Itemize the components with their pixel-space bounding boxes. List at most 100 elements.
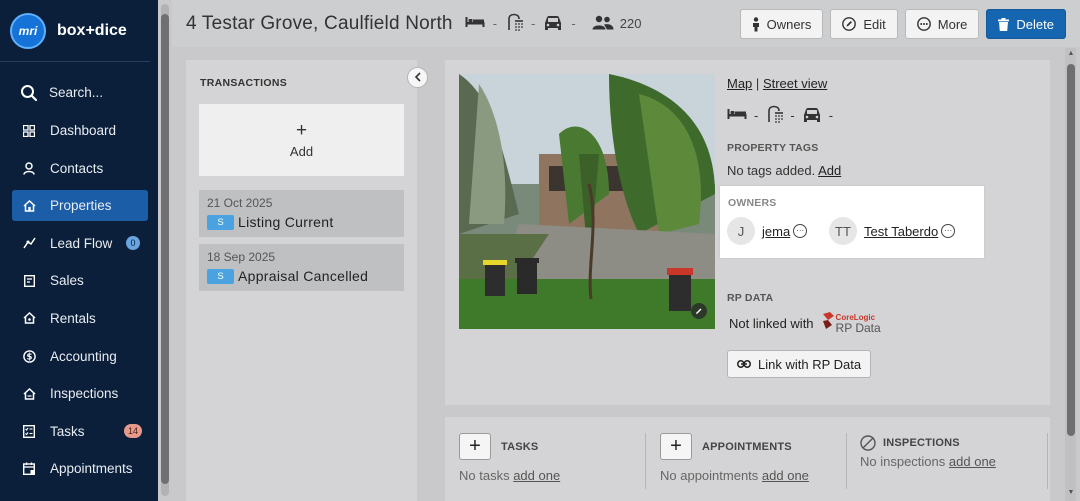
sidebar-item-properties[interactable]: Properties [12,190,148,222]
chevron-left-icon [414,70,422,85]
more-button[interactable]: More [904,9,980,39]
appointments-section: + APPOINTMENTS No appointments add one [660,433,809,489]
owners-button-label: Owners [766,16,812,32]
link-rp-data-button[interactable]: Link with RP Data [727,350,872,378]
transaction-type-badge: S [207,214,234,230]
sidebar-item-lead-flow[interactable]: Lead Flow 0 [12,228,148,259]
owners-button[interactable]: Owners [739,9,824,39]
search-icon [20,84,38,102]
owner-more-icon[interactable]: ··· [941,224,956,238]
edit-icon [842,17,857,31]
no-tags-text: No tags added. [727,163,816,178]
transaction-item[interactable]: 18 Sep 2025 S Appraisal Cancelled [199,244,404,291]
sidebar-item-label: Search... [49,85,104,100]
corelogic-logo: CoreLogic RP Data [822,312,881,334]
sidebar-item-dashboard[interactable]: Dashboard [12,115,148,146]
rentals-icon [20,309,38,327]
scroll-down-arrow-icon[interactable]: ▼ [1066,489,1076,497]
edit-button-label: Edit [863,16,886,32]
sidebar-item-label: Properties [50,198,112,214]
delete-button[interactable]: Delete [986,9,1066,39]
property-photo[interactable] [459,74,715,329]
sidebar-item-label: Appointments [50,461,133,477]
property-tags: No tags added. Add [727,163,1037,178]
add-inspection-link[interactable]: add one [949,454,996,469]
owners-heading: OWNERS [728,197,777,209]
main-scrollbar-thumb[interactable] [1067,64,1075,436]
rp-data-brand: RP Data [835,321,881,335]
sidebar-item-label: Inspections [50,386,119,402]
street-view-link[interactable]: Street view [763,76,827,91]
dollar-icon: $ [20,347,38,365]
trash-icon [998,17,1010,31]
sidebar-item-tasks[interactable]: Tasks 14 [12,416,148,447]
sidebar-scrollbar-thumb[interactable] [161,14,169,484]
rp-status-text: Not linked with [729,315,814,331]
cars-count: - [571,16,576,31]
add-appointment-button[interactable]: + [660,433,692,460]
owner-item: TT Test Taberdo ··· [829,217,956,245]
transaction-item[interactable]: 21 Oct 2025 S Listing Current [199,190,404,237]
property-features: - - - [727,105,1037,126]
delete-button-label: Delete [1016,16,1054,32]
activity-panel: + TASKS No tasks add one + APPOINTMENTS … [445,417,1050,501]
add-tag-link[interactable]: Add [818,163,841,178]
transactions-panel: TRANSACTIONS + Add 21 Oct 2025 S Listing… [186,60,417,501]
transaction-date: 21 Oct 2025 [207,196,273,210]
transactions-heading: TRANSACTIONS [200,77,288,89]
sidebar-item-inspections[interactable]: Inspections [12,378,148,409]
baths-count: - [790,108,795,123]
brand[interactable]: mri box+dice [0,0,150,62]
brand-name: box+dice [57,21,127,39]
edit-button[interactable]: Edit [830,9,898,39]
sidebar-item-label: Dashboard [50,123,117,138]
owner-name-link[interactable]: Test Taberdo [864,224,938,239]
sidebar-item-contacts[interactable]: Contacts [12,153,148,184]
sidebar-item-label: Tasks [50,423,85,439]
owner-avatar: J [727,217,755,245]
map-link[interactable]: Map [727,76,752,91]
inspections-icon [20,385,38,403]
cars-count: - [828,108,834,123]
add-task-button[interactable]: + [459,433,491,460]
rp-data-heading: RP DATA [727,292,774,304]
more-button-label: More [937,16,968,32]
divider [1047,433,1048,489]
sidebar-item-appointments[interactable]: Appointments [12,453,148,484]
link-rp-data-label: Link with RP Data [758,356,862,372]
sidebar: mri box+dice Search... Dashboard Contact… [0,0,158,501]
owner-more-icon[interactable]: ··· [793,224,808,238]
sidebar-item-sales[interactable]: Sales [12,265,148,296]
transaction-date: 18 Sep 2025 [207,250,276,264]
owner-name-link[interactable]: jema [762,224,790,239]
add-transaction-button[interactable]: + Add [199,104,404,176]
photo-edit-icon[interactable] [691,303,707,319]
add-task-link[interactable]: add one [513,468,560,483]
rp-data-status: Not linked with CoreLogic RP Data [729,312,881,334]
car-icon [543,14,563,33]
sidebar-item-accounting[interactable]: $ Accounting [12,341,148,372]
inspections-empty: No inspections add one [860,454,996,469]
beds-count: - [754,108,759,123]
more-icon [916,17,931,31]
property-tags-heading: PROPERTY TAGS [727,142,819,154]
sidebar-item-label: Lead Flow [50,235,113,251]
people-count: 220 [619,16,642,31]
property-summary: - - - 220 [465,13,642,34]
transaction-status: Appraisal Cancelled [238,268,369,284]
shower-icon [505,13,524,34]
no-tasks-text: No tasks [459,468,510,483]
divider [645,433,646,489]
sidebar-item-label: Accounting [50,348,117,364]
calendar-icon [20,460,38,478]
collapse-panel-button[interactable] [407,67,428,88]
lead-flow-count-badge: 0 [126,235,140,250]
sidebar-item-rentals[interactable]: Rentals [12,303,148,334]
street-view-image [459,74,715,329]
owner-person-icon [752,16,760,32]
bed-icon [465,16,485,31]
scroll-up-arrow-icon[interactable]: ▲ [1066,50,1076,58]
divider [846,433,847,489]
sidebar-item-search[interactable]: Search... [12,77,148,108]
add-appointment-link[interactable]: add one [762,468,809,483]
